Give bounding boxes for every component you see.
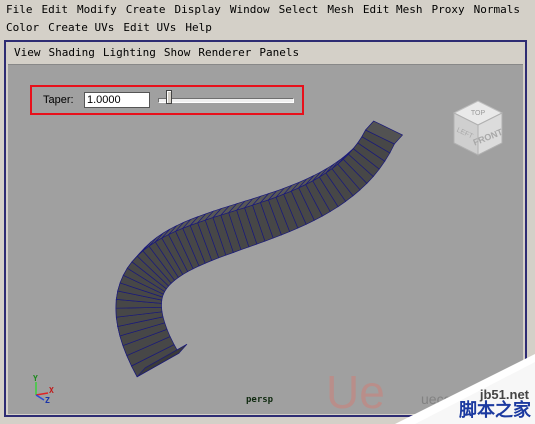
- viewcube-icon[interactable]: TOP FRONT LEFT: [440, 95, 510, 165]
- watermark-site-name: 脚本之家: [459, 400, 531, 421]
- taper-label: Taper:: [43, 94, 74, 106]
- camera-name-label: persp: [246, 395, 274, 405]
- menu-create-uvs[interactable]: Create UVs: [42, 20, 117, 36]
- menu-color[interactable]: Color: [0, 20, 42, 36]
- menu-file[interactable]: File: [0, 2, 36, 18]
- menu-display[interactable]: Display: [169, 2, 224, 18]
- axis-y-label: Y: [33, 374, 38, 383]
- panel-menu-lighting[interactable]: Lighting: [97, 45, 158, 61]
- axis-z-label: Z: [45, 396, 50, 403]
- menu-normals[interactable]: Normals: [468, 2, 523, 18]
- menu-modify[interactable]: Modify: [71, 2, 120, 18]
- uecg-logo-mark: Ue: [326, 366, 385, 414]
- taper-value-input[interactable]: 1.0000: [84, 92, 150, 108]
- panel-menu-show[interactable]: Show: [158, 45, 193, 61]
- panel-menu-panels[interactable]: Panels: [253, 45, 301, 61]
- axis-x-label: X: [49, 386, 54, 395]
- menu-create[interactable]: Create: [120, 2, 169, 18]
- menu-window[interactable]: Window: [224, 2, 273, 18]
- panel-menu-view[interactable]: View: [8, 45, 43, 61]
- panel-menu-renderer[interactable]: Renderer: [192, 45, 253, 61]
- panel-menubar: View Shading Lighting Show Renderer Panels: [8, 44, 301, 62]
- panel-menu-shading[interactable]: Shading: [43, 45, 97, 61]
- axis-gizmo-icon: Y X Z: [33, 374, 54, 403]
- viewcube-top-label[interactable]: TOP: [471, 110, 486, 117]
- menubar-row-1: File Edit Modify Create Display Window Select M…: [0, 2, 523, 18]
- menu-help[interactable]: Help: [179, 20, 215, 36]
- menu-edit-mesh[interactable]: Edit Mesh: [357, 2, 426, 18]
- menubar-row-2: Color Create UVs Edit UVs Help: [0, 20, 215, 36]
- menu-proxy[interactable]: Proxy: [425, 2, 467, 18]
- menu-edit[interactable]: Edit: [36, 2, 72, 18]
- taper-slider-track[interactable]: [158, 98, 294, 103]
- menu-mesh[interactable]: Mesh: [321, 2, 357, 18]
- mesh-faces: [115, 120, 404, 378]
- main-menubar: File Edit Modify Create Display Window Select M…: [0, 0, 535, 40]
- menu-edit-uvs[interactable]: Edit UVs: [117, 20, 179, 36]
- taper-highlight-box: Taper: 1.0000: [30, 85, 304, 115]
- menu-select[interactable]: Select: [273, 2, 322, 18]
- taper-slider-thumb[interactable]: [165, 90, 172, 104]
